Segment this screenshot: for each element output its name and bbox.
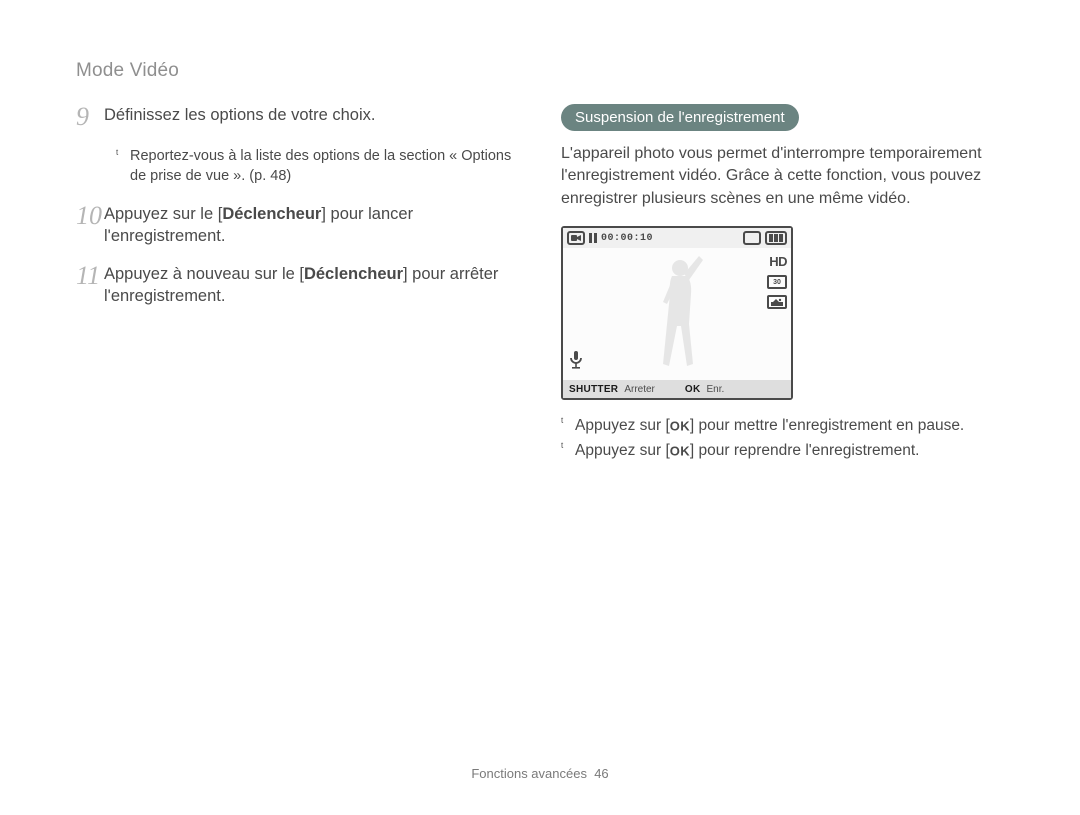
ok-text: Enr. xyxy=(707,384,725,395)
shutter-text: Arreter xyxy=(624,384,655,395)
bullet-text: ] pour mettre l'enregistrement en pause. xyxy=(690,417,964,434)
bullet-text: Appuyez sur [ xyxy=(575,442,670,459)
storage-icon xyxy=(743,231,761,245)
lcd-time: 00:00:10 xyxy=(601,233,653,244)
pause-icon xyxy=(589,233,597,243)
step-text: Appuyez sur le [Déclencheur] pour lancer… xyxy=(104,203,519,248)
right-column: Suspension de l'enregistrement L'apparei… xyxy=(561,104,1004,465)
right-bullets: Appuyez sur [OK] pour mettre l'enregistr… xyxy=(561,414,1004,463)
section-paragraph: L'appareil photo vous permet d'interromp… xyxy=(561,143,1004,210)
lcd-body: HD 30 xyxy=(563,248,791,380)
hd-badge: HD xyxy=(769,254,787,269)
content-columns: 9 Définissez les options de votre choix.… xyxy=(76,104,1004,465)
left-column: 9 Définissez les options de votre choix.… xyxy=(76,104,519,465)
lcd-top-bar: 00:00:10 xyxy=(563,228,791,248)
bullet-text: ] pour reprendre l'enregistrement. xyxy=(690,442,920,459)
step-number: 11 xyxy=(76,263,104,289)
step-9-sub: Reportez-vous à la liste des options de … xyxy=(116,146,519,187)
step-text-part: Définissez les options de votre choix. xyxy=(104,106,375,124)
lcd-right-icons: HD 30 xyxy=(767,254,787,309)
page-footer: Fonctions avancées 46 xyxy=(0,766,1080,781)
step-10: 10 Appuyez sur le [Déclencheur] pour lan… xyxy=(76,203,519,248)
lcd-preview: 00:00:10 HD 30 xyxy=(561,226,793,400)
ok-label: OK xyxy=(685,384,701,395)
step-number: 9 xyxy=(76,104,104,130)
step-text-bold: Déclencheur xyxy=(222,205,321,223)
battery-icon xyxy=(765,231,787,245)
step-text: Appuyez à nouveau sur le [Déclencheur] p… xyxy=(104,263,519,308)
ok-inline-icon: OK xyxy=(670,419,690,434)
bullet-text: Appuyez sur [ xyxy=(575,417,670,434)
fps-badge: 30 xyxy=(767,275,787,289)
shutter-label: SHUTTER xyxy=(569,384,618,395)
page-title: Mode Vidéo xyxy=(76,60,1004,82)
step-text-part: Appuyez sur le [ xyxy=(104,205,222,223)
step-text-bold: Déclencheur xyxy=(304,265,403,283)
footer-section: Fonctions avancées xyxy=(471,766,587,781)
step-11: 11 Appuyez à nouveau sur le [Déclencheur… xyxy=(76,263,519,308)
bullet-item: Appuyez sur [OK] pour reprendre l'enregi… xyxy=(561,439,1004,462)
step-text: Définissez les options de votre choix. xyxy=(104,104,375,126)
bullet-item: Appuyez sur [OK] pour mettre l'enregistr… xyxy=(561,414,1004,437)
sub-bullet: Reportez-vous à la liste des options de … xyxy=(116,146,519,187)
step-9: 9 Définissez les options de votre choix. xyxy=(76,104,519,130)
ok-inline-icon: OK xyxy=(670,444,690,459)
videocam-icon xyxy=(567,231,585,245)
step-text-part: Appuyez à nouveau sur le [ xyxy=(104,265,304,283)
page-number: 46 xyxy=(594,766,608,781)
step-number: 10 xyxy=(76,203,104,229)
section-pill: Suspension de l'enregistrement xyxy=(561,104,799,131)
microphone-icon xyxy=(569,351,583,374)
person-silhouette-icon xyxy=(647,254,707,374)
scene-icon xyxy=(767,295,787,309)
lcd-bottom-bar: SHUTTER Arreter OK Enr. xyxy=(563,380,791,398)
